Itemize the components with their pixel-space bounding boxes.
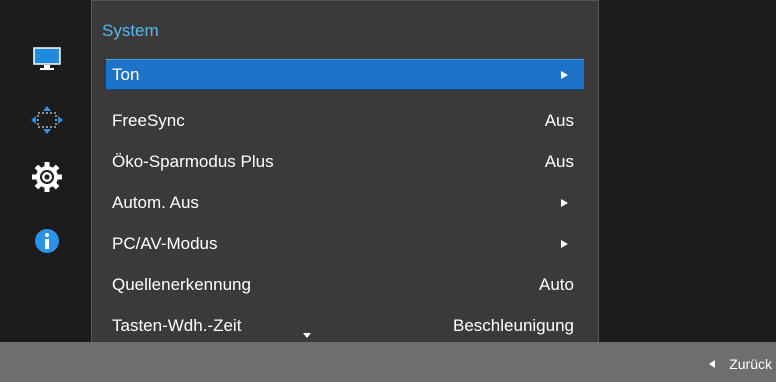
menu-item-label: Quellenerkennung <box>112 274 251 294</box>
back-hint[interactable]: Zurück <box>709 356 772 372</box>
menu-item-value: Aus <box>544 110 574 130</box>
scroll-down-icon[interactable] <box>303 333 311 338</box>
back-label: Zurück <box>729 356 772 372</box>
menu-item-label: Öko-Sparmodus Plus <box>112 151 274 171</box>
menu-item-label: Ton <box>112 64 140 84</box>
menu-item-freesync[interactable]: FreeSync Aus <box>106 100 584 141</box>
menu-item-value: Auto <box>539 274 574 294</box>
left-icon-rail <box>0 0 91 342</box>
right-empty-area <box>599 0 776 342</box>
screen: System Ton FreeSync Aus Öko-Sparmodus Pl… <box>0 0 776 382</box>
menu-item-tasten-wdh-zeit[interactable]: Tasten-Wdh.-Zeit Beschleunigung <box>106 305 584 346</box>
menu-item-autom-aus[interactable]: Autom. Aus <box>106 182 584 223</box>
menu-item-ton[interactable]: Ton <box>106 59 584 90</box>
menu-item-pc-av-modus[interactable]: PC/AV-Modus <box>106 223 584 264</box>
bottom-guide-bar <box>0 342 776 382</box>
system-menu-panel: System Ton FreeSync Aus Öko-Sparmodus Pl… <box>91 0 599 346</box>
submenu-arrow-icon <box>561 239 568 248</box>
panel-title: System <box>102 21 159 40</box>
gear-icon[interactable] <box>30 162 64 192</box>
submenu-arrow-icon <box>561 198 568 207</box>
menu-item-value: Aus <box>544 151 574 171</box>
resize-arrows-icon[interactable] <box>30 105 64 135</box>
menu-list: Ton FreeSync Aus Öko-Sparmodus Plus Aus … <box>106 59 584 346</box>
monitor-icon[interactable] <box>30 44 64 74</box>
info-icon[interactable] <box>30 226 64 256</box>
menu-item-value: Beschleunigung <box>453 315 574 335</box>
menu-item-label: Autom. Aus <box>112 192 199 212</box>
menu-item-label: Tasten-Wdh.-Zeit <box>112 315 242 335</box>
submenu-arrow-icon <box>561 70 568 79</box>
back-arrow-icon <box>709 360 716 368</box>
menu-item-label: FreeSync <box>112 110 185 130</box>
menu-item-quellenerkennung[interactable]: Quellenerkennung Auto <box>106 264 584 305</box>
menu-item-label: PC/AV-Modus <box>112 233 218 253</box>
menu-item-oeko-sparmodus[interactable]: Öko-Sparmodus Plus Aus <box>106 141 584 182</box>
